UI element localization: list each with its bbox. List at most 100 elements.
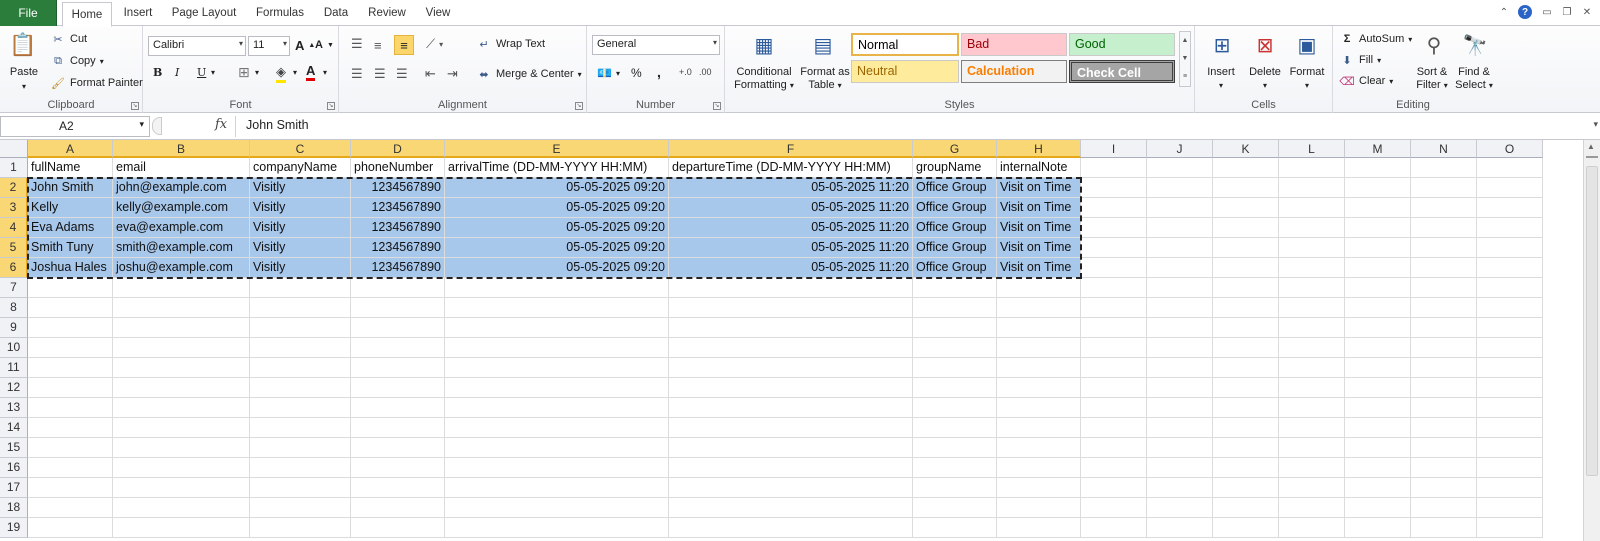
column-header-f[interactable]: F: [669, 140, 913, 158]
underline-dropdown-icon[interactable]: ▾: [211, 68, 215, 77]
cell-f5[interactable]: 05-05-2025 11:20: [669, 238, 913, 258]
column-header-a[interactable]: A: [28, 140, 113, 158]
tab-file[interactable]: File: [0, 0, 57, 26]
clipboard-launcher-icon[interactable]: ↘: [131, 102, 139, 110]
cell-f18[interactable]: [669, 498, 913, 518]
cell-d1[interactable]: phoneNumber: [351, 158, 445, 178]
cell-g18[interactable]: [913, 498, 997, 518]
cell-a11[interactable]: [28, 358, 113, 378]
cell-j14[interactable]: [1147, 418, 1213, 438]
align-left-icon[interactable]: ☰: [351, 66, 363, 82]
cell-h13[interactable]: [997, 398, 1081, 418]
cell-d4[interactable]: 1234567890: [351, 218, 445, 238]
cell-f8[interactable]: [669, 298, 913, 318]
cell-b12[interactable]: [113, 378, 250, 398]
minimize-window-icon[interactable]: ▭: [1540, 5, 1554, 19]
cell-l10[interactable]: [1279, 338, 1345, 358]
cell-a16[interactable]: [28, 458, 113, 478]
font-color-dropdown-icon[interactable]: ▾: [323, 68, 327, 77]
cell-o11[interactable]: [1477, 358, 1543, 378]
column-header-k[interactable]: K: [1213, 140, 1279, 158]
cell-h4[interactable]: Visit on Time: [997, 218, 1081, 238]
cell-i4[interactable]: [1081, 218, 1147, 238]
cell-k11[interactable]: [1213, 358, 1279, 378]
cell-e5[interactable]: 05-05-2025 09:20: [445, 238, 669, 258]
cell-m10[interactable]: [1345, 338, 1411, 358]
cell-a5[interactable]: Smith Tuny: [28, 238, 113, 258]
cell-k3[interactable]: [1213, 198, 1279, 218]
cell-o4[interactable]: [1477, 218, 1543, 238]
cell-m13[interactable]: [1345, 398, 1411, 418]
cell-g14[interactable]: [913, 418, 997, 438]
cell-i12[interactable]: [1081, 378, 1147, 398]
tab-page-layout[interactable]: Page Layout: [167, 0, 241, 26]
cell-a2[interactable]: John Smith: [28, 178, 113, 198]
cell-f10[interactable]: [669, 338, 913, 358]
row-header-13[interactable]: 13: [0, 398, 28, 418]
cell-c6[interactable]: Visitly: [250, 258, 351, 278]
cell-j8[interactable]: [1147, 298, 1213, 318]
cell-c5[interactable]: Visitly: [250, 238, 351, 258]
cell-g19[interactable]: [913, 518, 997, 538]
close-window-icon[interactable]: ✕: [1580, 5, 1594, 19]
cell-g12[interactable]: [913, 378, 997, 398]
cell-c10[interactable]: [250, 338, 351, 358]
cell-h8[interactable]: [997, 298, 1081, 318]
column-header-m[interactable]: M: [1345, 140, 1411, 158]
cell-n8[interactable]: [1411, 298, 1477, 318]
wrap-text-button[interactable]: ↵ Wrap Text: [476, 36, 545, 52]
cell-g6[interactable]: Office Group: [913, 258, 997, 278]
cell-h15[interactable]: [997, 438, 1081, 458]
cell-b11[interactable]: [113, 358, 250, 378]
tab-home[interactable]: Home: [62, 2, 112, 27]
number-format-select[interactable]: General ▾: [592, 35, 720, 55]
row-header-18[interactable]: 18: [0, 498, 28, 518]
cell-b15[interactable]: [113, 438, 250, 458]
cell-c7[interactable]: [250, 278, 351, 298]
minimize-ribbon-icon[interactable]: ⌃: [1497, 5, 1511, 19]
cell-c9[interactable]: [250, 318, 351, 338]
cell-l17[interactable]: [1279, 478, 1345, 498]
cell-d9[interactable]: [351, 318, 445, 338]
restore-window-icon[interactable]: ❐: [1560, 5, 1574, 19]
font-launcher-icon[interactable]: ↘: [327, 102, 335, 110]
cell-l7[interactable]: [1279, 278, 1345, 298]
cell-a15[interactable]: [28, 438, 113, 458]
cell-m16[interactable]: [1345, 458, 1411, 478]
shrink-font-icon[interactable]: A ▼: [315, 39, 334, 51]
cell-e6[interactable]: 05-05-2025 09:20: [445, 258, 669, 278]
cell-d19[interactable]: [351, 518, 445, 538]
column-header-c[interactable]: C: [250, 140, 351, 158]
cell-j1[interactable]: [1147, 158, 1213, 178]
cell-e12[interactable]: [445, 378, 669, 398]
cell-k10[interactable]: [1213, 338, 1279, 358]
cell-n3[interactable]: [1411, 198, 1477, 218]
row-header-10[interactable]: 10: [0, 338, 28, 358]
cell-d3[interactable]: 1234567890: [351, 198, 445, 218]
cell-o16[interactable]: [1477, 458, 1543, 478]
cell-o15[interactable]: [1477, 438, 1543, 458]
split-box-handle[interactable]: [1586, 156, 1598, 162]
cell-d17[interactable]: [351, 478, 445, 498]
cell-j9[interactable]: [1147, 318, 1213, 338]
cell-o19[interactable]: [1477, 518, 1543, 538]
cell-l15[interactable]: [1279, 438, 1345, 458]
cell-i15[interactable]: [1081, 438, 1147, 458]
cell-l3[interactable]: [1279, 198, 1345, 218]
cell-e9[interactable]: [445, 318, 669, 338]
cell-k8[interactable]: [1213, 298, 1279, 318]
find-select-button[interactable]: Find & Select ▾: [1451, 66, 1497, 92]
tab-insert[interactable]: Insert: [115, 0, 161, 26]
cell-n7[interactable]: [1411, 278, 1477, 298]
cell-d11[interactable]: [351, 358, 445, 378]
cell-g13[interactable]: [913, 398, 997, 418]
paste-button[interactable]: Paste: [4, 66, 44, 79]
cell-n15[interactable]: [1411, 438, 1477, 458]
cell-m3[interactable]: [1345, 198, 1411, 218]
cell-f12[interactable]: [669, 378, 913, 398]
merge-center-button[interactable]: ⬌ Merge & Center ▾: [476, 66, 581, 82]
cell-a13[interactable]: [28, 398, 113, 418]
cell-f4[interactable]: 05-05-2025 11:20: [669, 218, 913, 238]
cell-m6[interactable]: [1345, 258, 1411, 278]
cell-k12[interactable]: [1213, 378, 1279, 398]
